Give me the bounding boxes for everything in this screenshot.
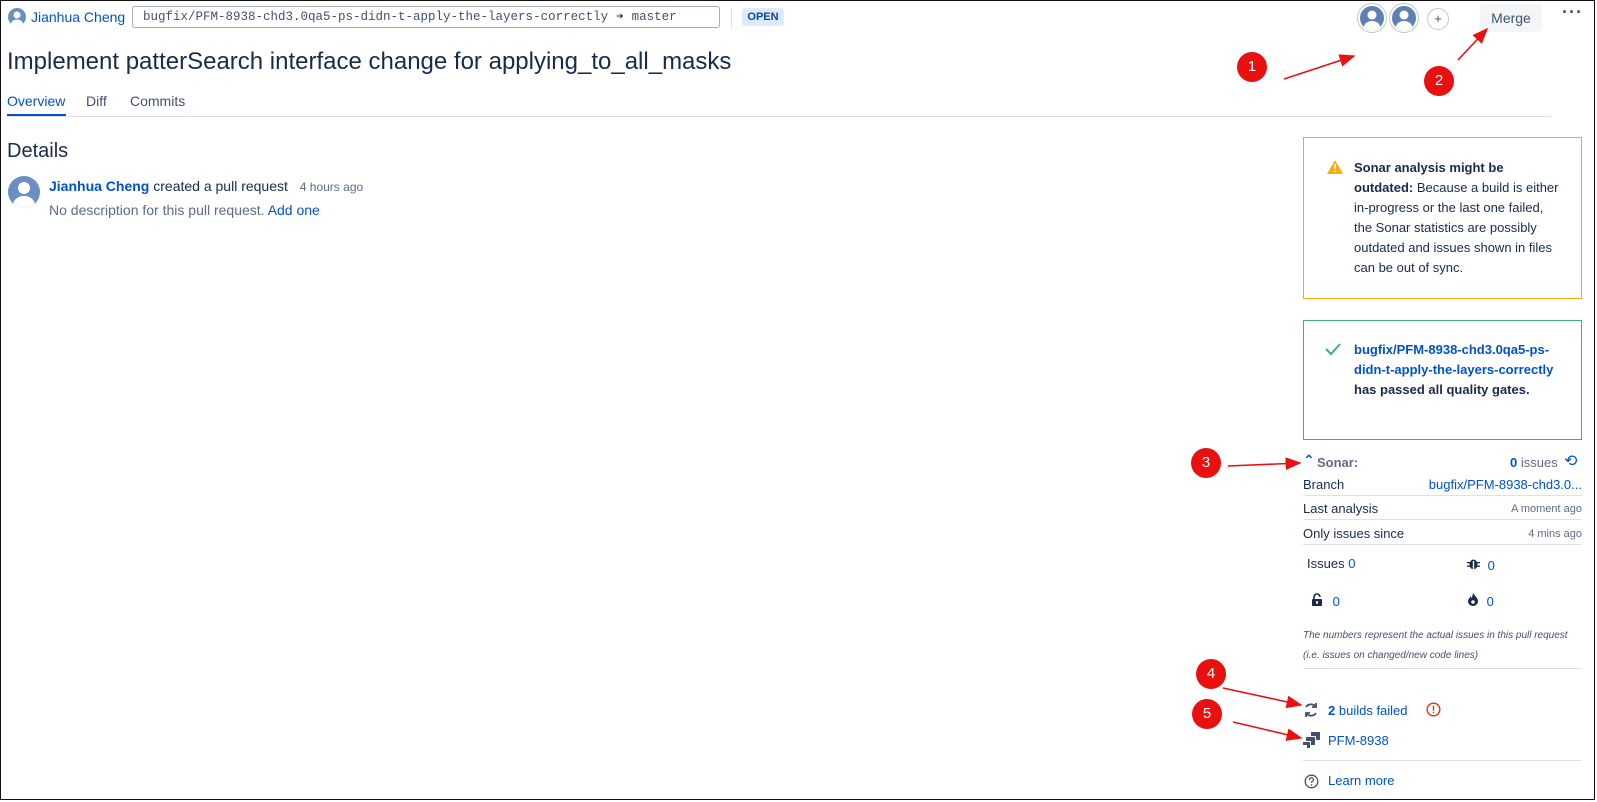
status-badge: OPEN (742, 8, 784, 26)
source-branch[interactable]: bugfix/PFM-8938-chd3.0qa5-ps-didn-t-appl… (143, 10, 608, 24)
jira-issue-link[interactable]: PFM-8938 (1328, 733, 1389, 748)
help-icon (1304, 774, 1319, 794)
sonar-row-key: Only issues since (1303, 526, 1405, 541)
issues-stat[interactable]: Issues 0 (1307, 556, 1355, 571)
jira-icon (1303, 732, 1320, 753)
vulnerabilities-stat[interactable]: 0 (1311, 593, 1340, 609)
lock-icon (1311, 593, 1323, 609)
refresh-icon[interactable]: ⟲ (1564, 451, 1577, 471)
sonar-row-key: Branch (1303, 477, 1345, 492)
add-description-link[interactable]: Add one (268, 202, 320, 218)
arrow-right-icon: ➔ (616, 10, 624, 24)
sonar-row-issues-since: Only issues since 4 mins ago (1303, 526, 1582, 541)
user-icon (11, 11, 23, 26)
bugs-value: 0 (1487, 558, 1495, 573)
annotation-marker: 1 (1237, 52, 1267, 82)
learn-more-link[interactable]: Learn more (1328, 773, 1394, 788)
vulnerabilities-value: 0 (1332, 594, 1340, 609)
annotation-marker: 4 (1196, 659, 1226, 689)
flame-icon (1467, 593, 1479, 609)
builds-failed-count: 2 (1328, 703, 1336, 718)
sonar-row-value[interactable]: bugfix/PFM-8938-chd3.0... (1429, 477, 1582, 492)
quality-gate-status: has passed all quality gates. (1354, 382, 1530, 397)
collapse-chevron-icon[interactable]: ⌃ (1303, 452, 1315, 469)
sonar-issues-number: 0 (1510, 455, 1518, 470)
target-branch[interactable]: master (632, 10, 677, 24)
activity-author[interactable]: Jianhua Cheng (49, 178, 149, 194)
page-title: Implement patterSearch interface change … (7, 48, 732, 75)
reviewer-avatar[interactable] (1390, 4, 1418, 32)
sonar-warning-text: Sonar analysis might be outdated: Becaus… (1354, 158, 1564, 278)
activity-action: created a pull request (153, 178, 288, 194)
issues-label: Issues (1307, 556, 1345, 571)
divider (1303, 495, 1582, 496)
builds-failed-label: builds failed (1338, 703, 1408, 718)
error-icon (1426, 702, 1441, 722)
divider (731, 8, 732, 28)
annotation-marker: 5 (1192, 699, 1222, 729)
annotation-marker: 3 (1191, 448, 1221, 478)
divider (1303, 519, 1582, 520)
sonar-issues-count[interactable]: 0 issues (1510, 455, 1558, 470)
user-icon (1396, 10, 1412, 30)
bug-icon (1467, 558, 1480, 573)
bugs-stat[interactable]: 0 (1467, 557, 1495, 573)
author-avatar[interactable] (8, 8, 26, 26)
tab-commits[interactable]: Commits (130, 93, 185, 109)
sonar-note: The numbers represent the actual issues … (1303, 630, 1568, 661)
creator-avatar[interactable] (8, 176, 40, 208)
description: No description for this pull request. Ad… (49, 202, 320, 218)
issues-value: 0 (1348, 556, 1356, 571)
check-icon (1325, 342, 1341, 361)
reviewer-avatar[interactable] (1358, 4, 1386, 32)
tab-overview[interactable]: Overview (7, 93, 65, 109)
build-status-icon (1303, 702, 1319, 723)
sonar-issues-label: issues (1520, 455, 1558, 470)
tab-divider (7, 116, 1551, 117)
divider (1303, 760, 1582, 761)
quality-gate-branch-link[interactable]: bugfix/PFM-8938-chd3.0qa5-ps-didn-t-appl… (1354, 342, 1553, 377)
builds-failed-link[interactable]: 2 builds failed (1328, 703, 1408, 718)
warning-icon (1327, 160, 1343, 179)
divider (1303, 544, 1582, 545)
sonar-row-key: Last analysis (1303, 501, 1379, 516)
activity-line: Jianhua Cheng created a pull request 4 h… (49, 178, 363, 194)
sonar-row-value: A moment ago (1511, 503, 1582, 515)
description-text: No description for this pull request. (49, 202, 265, 218)
merge-button[interactable]: Merge (1480, 4, 1542, 32)
more-actions-button[interactable]: ··· (1562, 2, 1583, 23)
tab-diff[interactable]: Diff (86, 93, 107, 109)
sonar-row-value: 4 mins ago (1528, 528, 1582, 540)
activity-time: 4 hours ago (299, 180, 364, 194)
annotation-marker: 2 (1424, 66, 1454, 96)
divider (1303, 668, 1582, 669)
sonar-row-branch: Branch bugfix/PFM-8938-chd3.0... (1303, 477, 1582, 492)
sonar-label[interactable]: Sonar: (1317, 455, 1358, 470)
add-reviewer-button[interactable]: + (1427, 8, 1449, 30)
author-name[interactable]: Jianhua Cheng (31, 9, 125, 25)
sonar-row-last-analysis: Last analysis A moment ago (1303, 501, 1582, 516)
hotspots-value: 0 (1486, 594, 1494, 609)
quality-gate-text: bugfix/PFM-8938-chd3.0qa5-ps-didn-t-appl… (1354, 340, 1564, 400)
details-heading: Details (7, 140, 69, 162)
branch-info: bugfix/PFM-8938-chd3.0qa5-ps-didn-t-appl… (132, 6, 720, 28)
user-icon (13, 182, 35, 208)
hotspots-stat[interactable]: 0 (1467, 593, 1494, 609)
user-icon (1364, 10, 1380, 30)
